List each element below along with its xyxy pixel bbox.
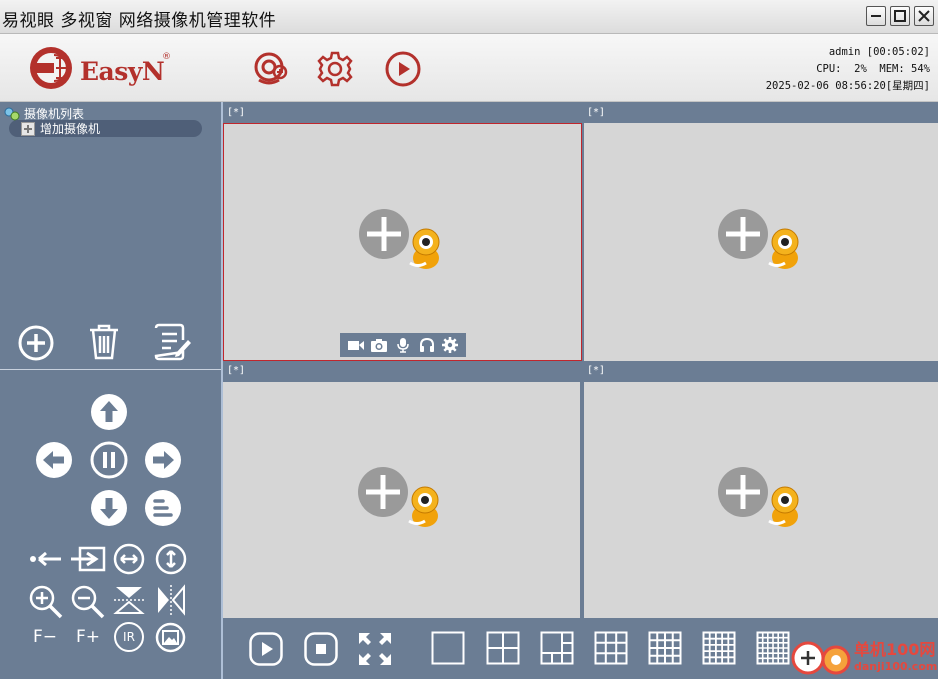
close-icon	[918, 10, 930, 22]
snapshot-camera-icon[interactable]	[370, 337, 388, 353]
camera-manager-icon[interactable]	[250, 50, 288, 88]
status-panel: admin [00:05:02] CPU: 2% MEM: 54% 2025-02-…	[766, 44, 930, 95]
layout-9-icon[interactable]	[594, 631, 628, 665]
ptz-extend-icon[interactable]	[70, 544, 106, 574]
watermark-text-line1: 单机100网	[854, 640, 936, 659]
microphone-icon[interactable]	[394, 337, 412, 353]
ptz-pause-icon[interactable]	[89, 440, 129, 480]
status-datetime: 2025-02-06 08:56:20[星期四]	[765, 80, 930, 92]
ptz-retract-icon[interactable]	[28, 544, 64, 574]
logo-globe-icon	[30, 47, 72, 89]
ptz-down-icon[interactable]	[89, 488, 129, 528]
video-pane-1[interactable]	[223, 123, 582, 361]
maximize-icon	[894, 10, 906, 22]
ptz-up-icon[interactable]	[89, 392, 129, 432]
camera-list-icon	[4, 107, 20, 120]
edit-icon[interactable]	[152, 322, 192, 362]
add-camera-label: 增加摄像机	[40, 122, 101, 136]
fullscreen-icon[interactable]	[357, 631, 393, 667]
close-button[interactable]	[914, 6, 934, 26]
minimize-icon	[871, 15, 881, 17]
layout-6-icon[interactable]	[540, 631, 574, 665]
status-cpu-mem: CPU: 2% MEM: 54%	[816, 63, 930, 75]
ptz-preset-list-icon[interactable]	[143, 488, 183, 528]
title-bar: 易视眼 多视窗 网络摄像机管理软件	[0, 0, 938, 34]
layout-25-icon[interactable]	[702, 631, 736, 665]
flip-vertical-icon[interactable]	[113, 584, 145, 616]
video-pane-4[interactable]	[584, 382, 938, 618]
add-camera-plus-icon	[21, 121, 35, 136]
add-icon[interactable]	[17, 324, 55, 362]
layout-1-icon[interactable]	[431, 631, 465, 665]
trash-icon[interactable]	[84, 322, 124, 362]
mirror-horizontal-icon[interactable]	[155, 584, 187, 616]
watermark-text-line2: danji100.com	[854, 660, 938, 673]
pane-toolbar	[340, 333, 466, 357]
playback-icon[interactable]	[384, 50, 422, 88]
video-pane-3[interactable]	[223, 382, 580, 618]
settings-gear-icon[interactable]	[316, 50, 354, 88]
maximize-button[interactable]	[890, 6, 910, 26]
play-all-icon[interactable]	[249, 632, 283, 666]
add-camera-icon[interactable]	[717, 208, 801, 272]
add-camera-icon[interactable]	[357, 466, 441, 530]
app-window: 易视眼 多视窗 网络摄像机管理软件 EasyN ® admin [00:05:0…	[0, 0, 938, 679]
logo-text: EasyN	[80, 57, 165, 86]
pane-label-3: [*]	[227, 365, 246, 376]
ir-button[interactable]: IR	[114, 622, 144, 652]
zoom-in-icon[interactable]	[28, 584, 64, 620]
header-bar: EasyN ® admin [00:05:02] CPU: 2% MEM: 54%…	[0, 34, 938, 102]
add-camera-icon[interactable]	[358, 208, 442, 272]
image-settings-icon[interactable]	[155, 622, 186, 653]
sidebar: 摄像机列表 增加摄像机 F− F+ IR	[0, 102, 221, 679]
headphones-icon[interactable]	[418, 337, 436, 353]
pane-label-1: [*]	[227, 107, 246, 118]
add-camera-icon[interactable]	[717, 466, 801, 530]
pane-settings-gear-icon[interactable]	[441, 337, 459, 353]
sidebar-divider	[0, 369, 221, 370]
ptz-left-icon[interactable]	[34, 440, 74, 480]
ptz-horizontal-patrol-icon[interactable]	[113, 543, 145, 575]
layout-4-icon[interactable]	[486, 631, 520, 665]
minimize-button[interactable]	[866, 6, 886, 26]
layout-36-icon[interactable]	[756, 631, 790, 665]
ptz-vertical-patrol-icon[interactable]	[155, 543, 187, 575]
zoom-out-icon[interactable]	[70, 584, 106, 620]
logo-registered-mark: ®	[162, 52, 171, 62]
stop-all-icon[interactable]	[304, 632, 338, 666]
layout-16-icon[interactable]	[648, 631, 682, 665]
video-grid: [*] [*] [*] [*]	[221, 102, 938, 618]
ptz-right-icon[interactable]	[143, 440, 183, 480]
window-title: 易视眼 多视窗 网络摄像机管理软件	[2, 11, 277, 31]
focus-plus-button[interactable]: F+	[76, 627, 100, 647]
record-video-icon[interactable]	[347, 337, 365, 353]
add-camera-item[interactable]: 增加摄像机	[9, 120, 202, 137]
video-pane-2[interactable]	[584, 123, 938, 361]
easyn-logo: EasyN ®	[28, 43, 178, 93]
status-user: admin [00:05:02]	[828, 46, 930, 58]
pane-label-4: [*]	[587, 365, 606, 376]
focus-minus-button[interactable]: F−	[33, 627, 57, 647]
pane-label-2: [*]	[587, 107, 606, 118]
